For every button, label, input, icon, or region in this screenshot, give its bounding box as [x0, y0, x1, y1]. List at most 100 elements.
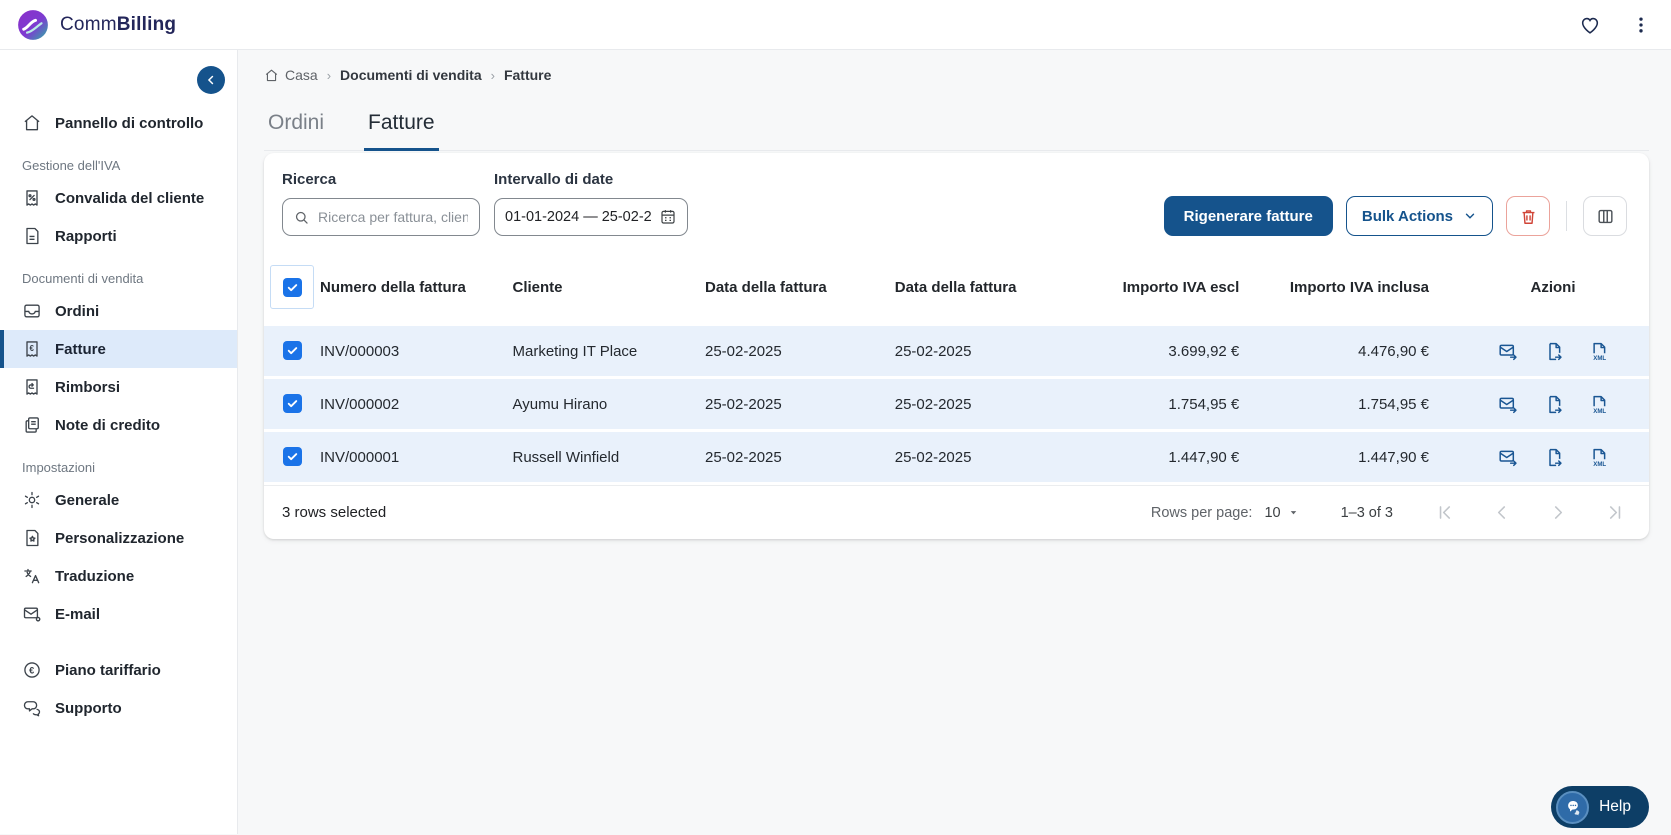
cell-amount-incl-vat: 4.476,90 € — [1267, 326, 1458, 376]
sidebar-item-refunds[interactable]: Rimborsi — [0, 368, 237, 406]
sidebar-item-label: Ordini — [55, 302, 100, 320]
xml-file-icon[interactable]: XML — [1588, 447, 1609, 468]
app-logo[interactable]: CommBilling — [16, 8, 176, 42]
translate-icon — [22, 566, 42, 586]
xml-file-icon[interactable]: XML — [1588, 341, 1609, 362]
xml-file-icon[interactable]: XML — [1588, 394, 1609, 415]
svg-text:XML: XML — [1593, 460, 1606, 467]
delete-selected-button[interactable] — [1506, 196, 1550, 236]
breadcrumb-section[interactable]: Documenti di vendita — [340, 67, 482, 83]
row-checkbox[interactable] — [282, 447, 302, 466]
chevron-left-icon — [204, 73, 218, 87]
sidebar-item-general[interactable]: Generale — [0, 481, 237, 519]
breadcrumb-current: Fatture — [503, 67, 552, 83]
trash-icon — [1519, 207, 1538, 226]
export-file-icon[interactable] — [1543, 341, 1564, 362]
sidebar-item-orders[interactable]: Ordini — [0, 292, 237, 330]
regenerate-invoices-button[interactable]: Rigenerare fatture — [1163, 196, 1333, 236]
cell-invoice-number: INV/000003 — [320, 326, 513, 376]
column-header-actions: Azioni — [1530, 278, 1576, 296]
sidebar-section-sales-documents: Documenti di vendita — [22, 271, 144, 286]
search-input-box — [282, 198, 480, 236]
manage-columns-button[interactable] — [1583, 196, 1627, 236]
refund-receipt-icon — [22, 377, 42, 397]
cell-invoice-date: 25-02-2025 — [705, 379, 895, 429]
column-header-invoice-date-2[interactable]: Data della fattura — [895, 255, 1085, 323]
column-header-invoice-date[interactable]: Data della fattura — [705, 255, 895, 323]
table-header-row: Numero della fattura Cliente Data della … — [264, 255, 1649, 323]
breadcrumb-home[interactable]: Casa — [264, 67, 318, 83]
sidebar-item-label: Convalida del cliente — [55, 189, 205, 207]
help-button[interactable]: Help — [1551, 786, 1649, 828]
row-checkbox[interactable] — [282, 341, 302, 360]
sidebar-item-label: Note di credito — [55, 416, 161, 434]
cell-amount-excl-vat: 3.699,92 € — [1084, 326, 1268, 376]
home-icon — [22, 113, 42, 133]
send-email-icon[interactable] — [1498, 447, 1519, 468]
sidebar-item-label: Generale — [55, 491, 120, 509]
sidebar-item-reports[interactable]: Rapporti — [0, 217, 237, 255]
credit-note-icon — [22, 415, 42, 435]
column-header-amount-excl-vat[interactable]: Importo IVA escl — [1084, 255, 1267, 323]
app-window: CommBilling Pannello di controllo Gestio… — [0, 0, 1671, 835]
more-options-button[interactable] — [1631, 15, 1651, 35]
breadcrumb-separator: › — [490, 67, 495, 83]
search-label: Ricerca — [282, 171, 337, 188]
inbox-icon — [22, 301, 42, 321]
sidebar-item-invoices[interactable]: € Fatture — [0, 330, 237, 368]
euro-circle-icon: € — [22, 660, 42, 680]
breadcrumb: Casa › Documenti di vendita › Fatture — [264, 50, 1649, 83]
sidebar-item-support[interactable]: Supporto — [0, 689, 237, 727]
cell-invoice-date: 25-02-2025 — [705, 326, 895, 376]
dropdown-arrow-icon — [1288, 507, 1299, 518]
sidebar-item-label: Personalizzazione — [55, 529, 185, 547]
search-input[interactable] — [318, 209, 468, 225]
sidebar-item-translation[interactable]: Traduzione — [0, 557, 237, 595]
sidebar-item-credit-notes[interactable]: Note di credito — [0, 406, 237, 444]
receipt-percent-icon — [22, 188, 42, 208]
tab-invoices[interactable]: Fatture — [364, 111, 439, 151]
last-page-icon[interactable] — [1606, 503, 1625, 522]
column-header-invoice-number[interactable]: Numero della fattura — [320, 255, 513, 323]
export-file-icon[interactable] — [1543, 447, 1564, 468]
send-email-icon[interactable] — [1498, 394, 1519, 415]
row-checkbox[interactable] — [282, 394, 302, 413]
send-email-icon[interactable] — [1498, 341, 1519, 362]
sidebar-section-vat: Gestione dell'IVA — [22, 158, 121, 173]
select-all-checkbox[interactable] — [282, 277, 302, 297]
invoices-table: Numero della fattura Cliente Data della … — [264, 252, 1649, 485]
cell-client: Russell Winfield — [512, 432, 705, 482]
brand-logo-icon — [16, 8, 50, 42]
tab-orders[interactable]: Ordini — [264, 111, 328, 150]
help-label: Help — [1599, 798, 1631, 815]
table-row: INV/000003 Marketing IT Place 25-02-2025… — [264, 326, 1649, 376]
sidebar-item-customer-validation[interactable]: Convalida del cliente — [0, 179, 237, 217]
cell-invoice-date-2: 25-02-2025 — [894, 326, 1085, 376]
search-field-group: Ricerca — [282, 171, 480, 236]
cell-client: Marketing IT Place — [512, 326, 705, 376]
sidebar-item-label: Supporto — [55, 699, 122, 717]
prev-page-icon[interactable] — [1492, 503, 1511, 522]
bulk-actions-button[interactable]: Bulk Actions — [1345, 196, 1493, 236]
rows-per-page-select[interactable]: 10 — [1264, 505, 1298, 521]
next-page-icon[interactable] — [1549, 503, 1568, 522]
brand-name: CommBilling — [60, 13, 177, 35]
sidebar-collapse-button[interactable] — [197, 66, 225, 94]
search-icon — [293, 209, 310, 226]
export-file-icon[interactable] — [1543, 394, 1564, 415]
favorites-button[interactable] — [1579, 14, 1601, 36]
column-header-client[interactable]: Cliente — [513, 255, 706, 323]
cell-client: Ayumu Hirano — [512, 379, 705, 429]
sidebar-item-pricing-plan[interactable]: € Piano tariffario — [0, 651, 237, 689]
date-range-input[interactable]: 01-01-2024 — 25-02-2025 — [494, 198, 688, 236]
svg-text:€: € — [29, 665, 34, 675]
sidebar-item-customization[interactable]: Personalizzazione — [0, 519, 237, 557]
tab-bar: Ordini Fatture — [264, 111, 1649, 151]
select-all-cell — [270, 265, 314, 309]
sidebar-item-dashboard[interactable]: Pannello di controllo — [0, 104, 237, 142]
first-page-icon[interactable] — [1435, 503, 1454, 522]
sidebar-item-email[interactable]: E-mail — [0, 595, 237, 633]
selected-rows-text: 3 rows selected — [282, 504, 387, 521]
date-range-value: 01-01-2024 — 25-02-2025 — [505, 209, 651, 225]
column-header-amount-incl-vat[interactable]: Importo IVA inclusa — [1267, 255, 1457, 323]
